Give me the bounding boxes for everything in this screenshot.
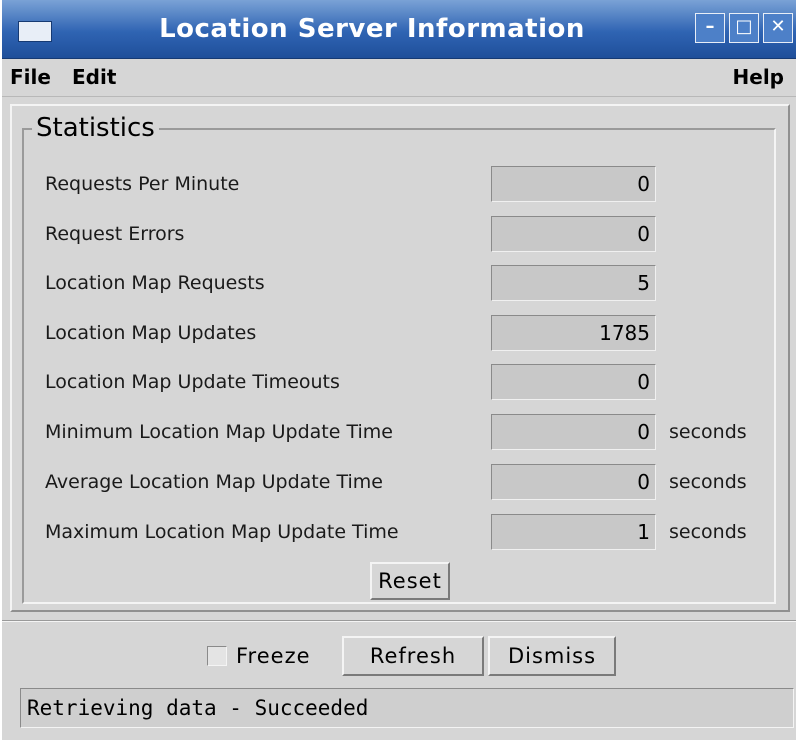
statistics-group-label: Statistics: [32, 112, 159, 144]
location-map-updates-label: Location Map Updates: [45, 322, 257, 344]
minimum-update-time-field: 0: [491, 414, 656, 450]
average-update-time-label: Average Location Map Update Time: [45, 471, 383, 493]
average-update-time-unit: seconds: [669, 471, 747, 493]
location-map-requests-field: 5: [491, 265, 656, 301]
maximum-update-time-unit: seconds: [669, 521, 747, 543]
divider: [2, 620, 796, 622]
close-button[interactable]: ✕: [763, 13, 793, 43]
freeze-checkbox[interactable]: [207, 646, 227, 666]
refresh-button[interactable]: Refresh: [342, 636, 484, 676]
minimum-update-time-label: Minimum Location Map Update Time: [45, 421, 393, 443]
maximum-update-time-label: Maximum Location Map Update Time: [45, 521, 399, 543]
location-map-requests-label: Location Map Requests: [45, 272, 265, 294]
location-map-update-timeouts-label: Location Map Update Timeouts: [45, 371, 340, 393]
menu-bar: File Edit Help: [2, 60, 796, 97]
request-errors-label: Request Errors: [45, 223, 185, 245]
status-text: Retrieving data - Succeeded: [27, 696, 369, 720]
menu-help[interactable]: Help: [733, 60, 784, 94]
dismiss-button[interactable]: Dismiss: [488, 636, 616, 676]
location-map-update-timeouts-field: 0: [491, 364, 656, 400]
maximum-update-time-field: 1: [491, 514, 656, 550]
title-bar[interactable]: Location Server Information – □ ✕: [2, 0, 796, 59]
reset-button[interactable]: Reset: [370, 562, 450, 600]
maximize-button[interactable]: □: [729, 13, 759, 43]
status-bar: Retrieving data - Succeeded: [20, 688, 794, 728]
minimum-update-time-unit: seconds: [669, 421, 747, 443]
minimize-button[interactable]: –: [695, 13, 725, 43]
average-update-time-field: 0: [491, 464, 656, 500]
window-title: Location Server Information: [159, 14, 585, 44]
menu-file[interactable]: File: [10, 60, 51, 94]
requests-per-minute-field: 0: [491, 166, 656, 202]
freeze-label[interactable]: Freeze: [236, 638, 311, 674]
menu-edit[interactable]: Edit: [72, 60, 116, 94]
location-map-updates-field: 1785: [491, 315, 656, 351]
location-server-window: Location Server Information – □ ✕ File E…: [2, 0, 796, 740]
request-errors-field: 0: [491, 216, 656, 252]
requests-per-minute-label: Requests Per Minute: [45, 173, 240, 195]
